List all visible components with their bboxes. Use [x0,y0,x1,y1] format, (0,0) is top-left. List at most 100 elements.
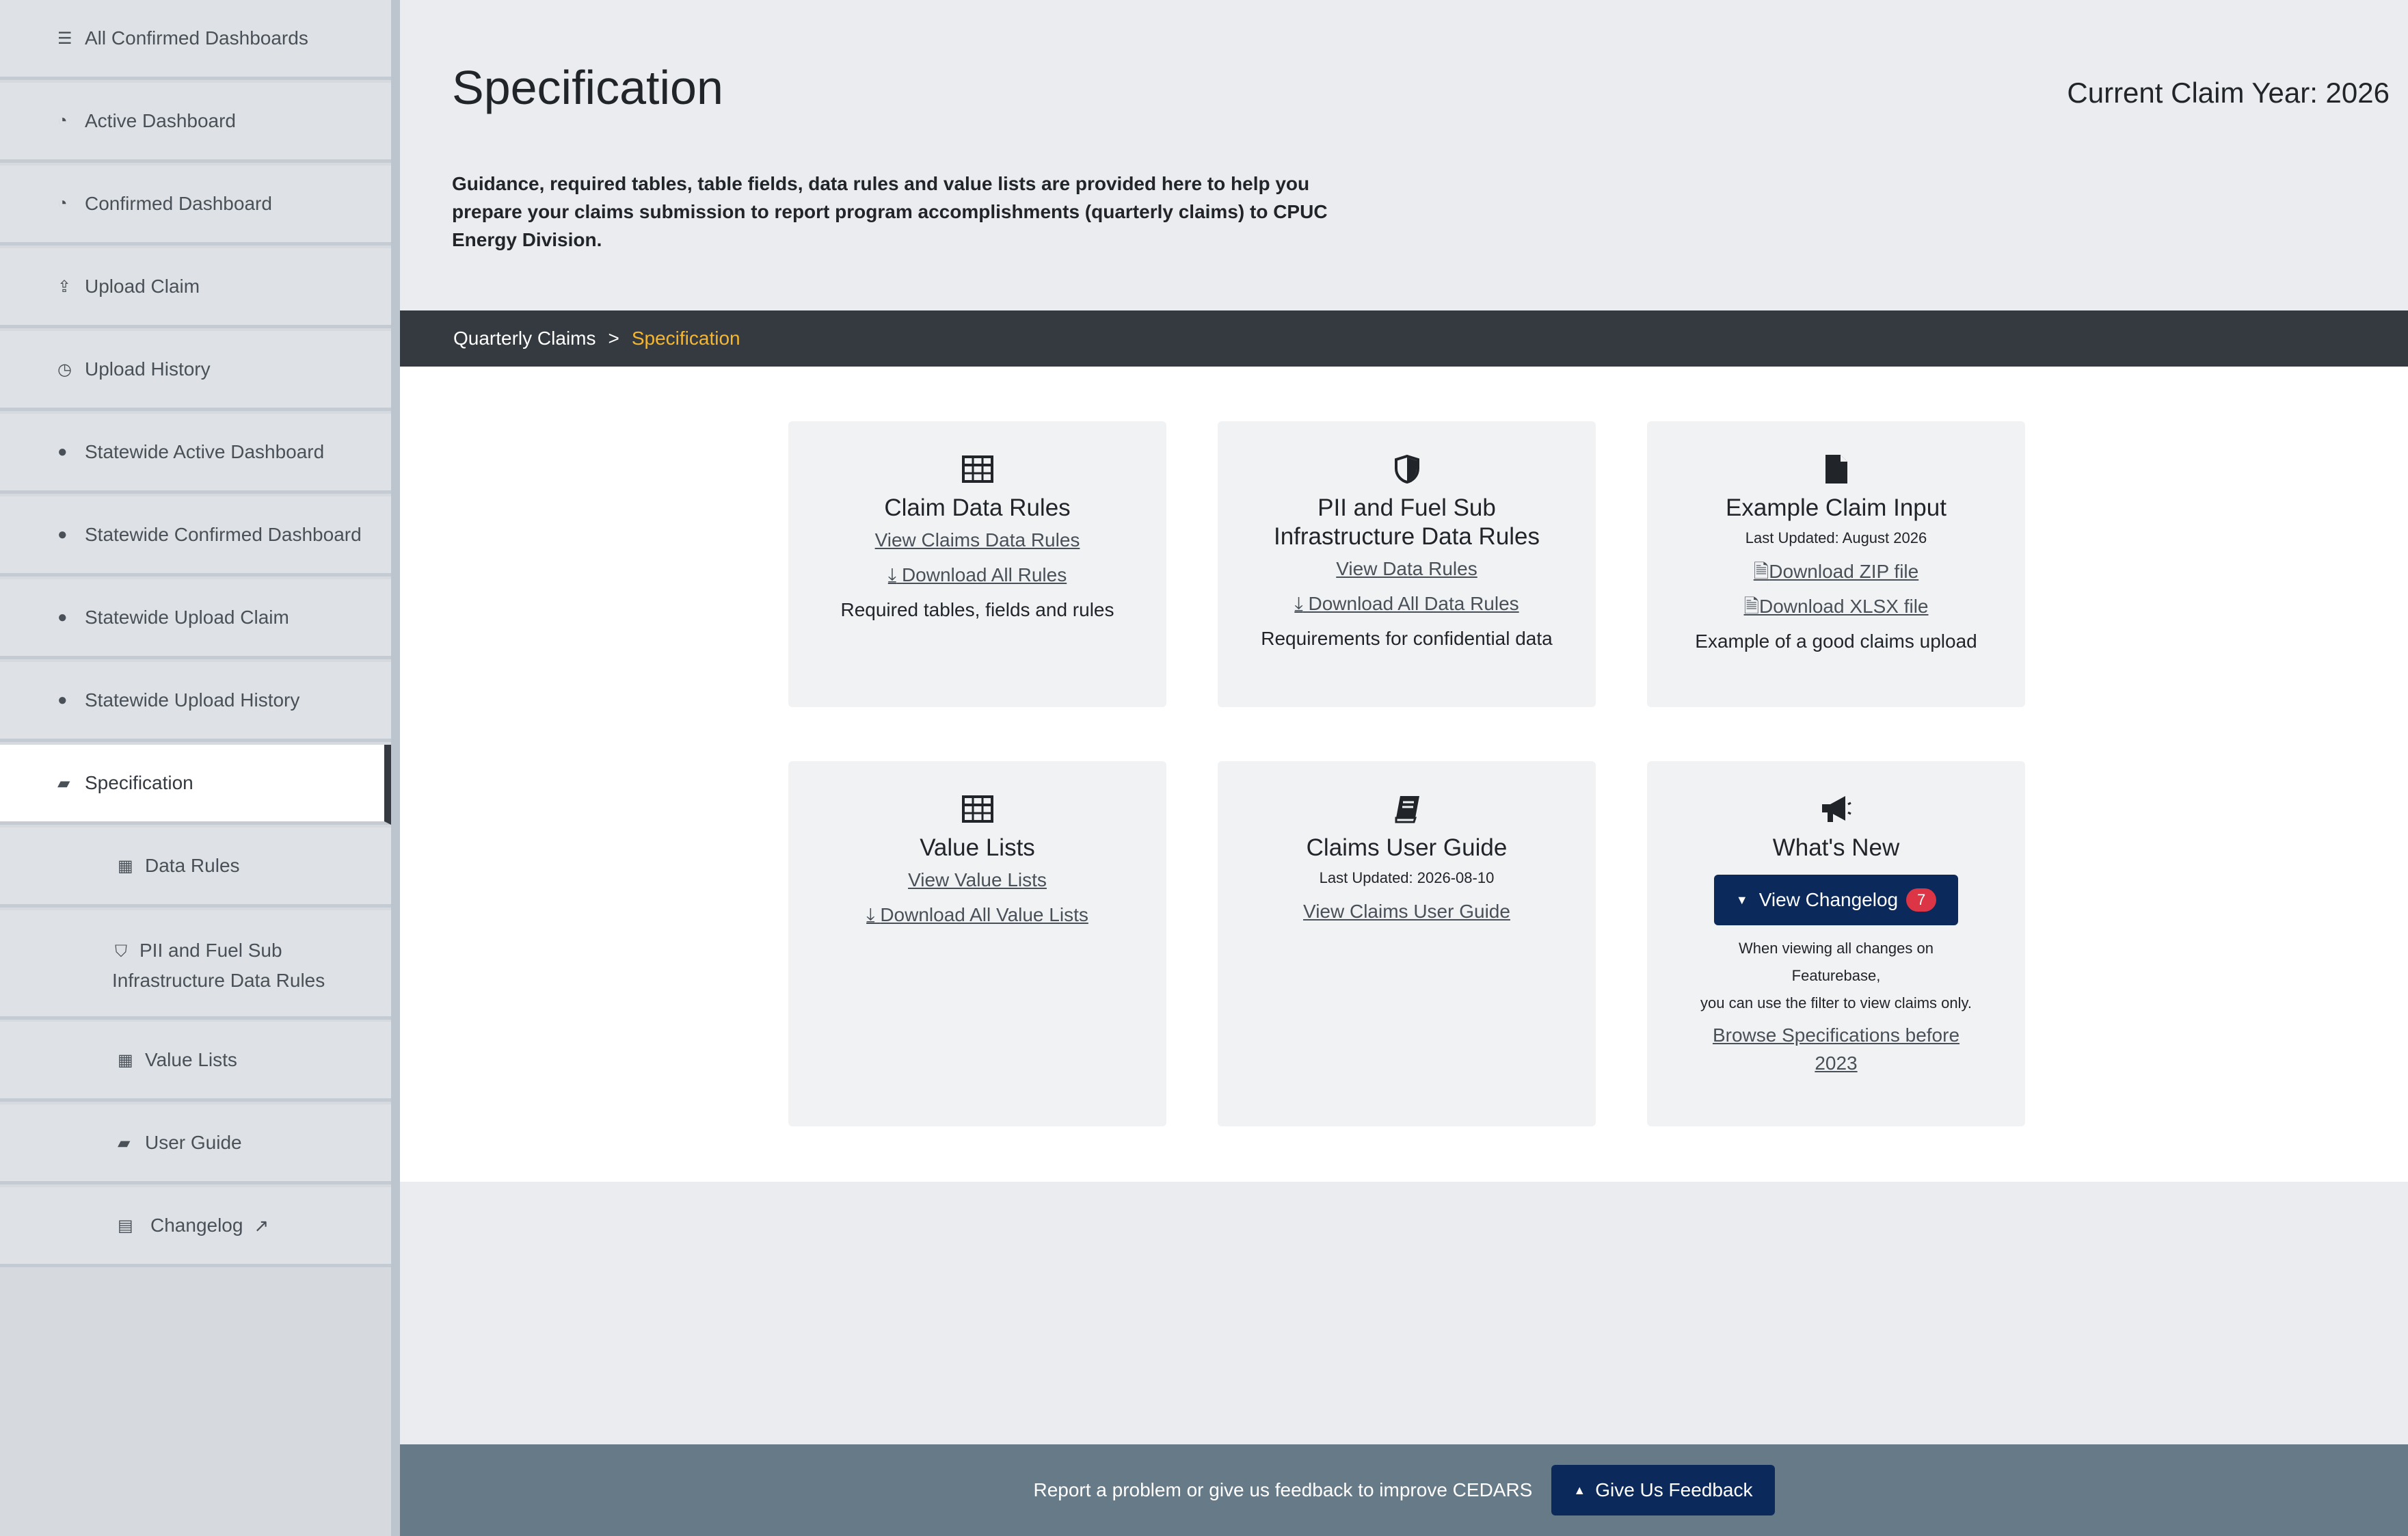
download-xlsx-link[interactable]: 🗎Download XLSX file [1647,589,2025,624]
breadcrumb-quarterly-claims[interactable]: Quarterly Claims [453,328,596,349]
external-link-icon: ↗ [254,1215,269,1236]
sidebar-item-label: Statewide Upload Claim [85,607,289,628]
card-claim-data-rules: Claim Data Rules View Claims Data Rules … [788,421,1166,707]
page-title: Specification [452,61,723,114]
sidebar-item-label: Statewide Active Dashboard [85,441,325,462]
sidebar-item-label: Statewide Upload History [85,689,300,711]
sidebar-item-label: Value Lists [145,1049,237,1070]
card-whats-new: What's New ▼ View Changelog 7 When viewi… [1647,761,2025,1126]
card-title: Value Lists [920,834,1035,861]
card-value-lists: Value Lists View Value Lists ⤓ Download … [788,761,1166,1126]
file-icon [1647,451,2025,487]
sidebar-item-label: Statewide Confirmed Dashboard [85,524,362,545]
changelog-count-badge: 7 [1906,888,1937,912]
sidebar: ☰ All Confirmed Dashboards ◔ Active Dash… [0,0,400,1536]
footer-text: Report a problem or give us feedback to … [1033,1479,1533,1500]
sidebar-subitem-changelog[interactable]: ▤ Changelog ↗ [0,1187,391,1267]
sidebar-item-label: Upload History [85,358,211,380]
sidebar-item-specification[interactable]: ▰ Specification [0,745,391,825]
sidebar-subitem-value-lists[interactable]: ▦ Value Lists [0,1022,391,1102]
sidebar-subitem-pii-fuel-rules[interactable]: ⛉ PII and Fuel Sub Infrastructure Data Ru… [0,910,391,1020]
sidebar-item-confirmed-dashboard[interactable]: ◔ Confirmed Dashboard [0,165,391,246]
sidebar-subitem-data-rules[interactable]: ▦ Data Rules [0,827,391,908]
globe-icon: ● [57,691,68,709]
view-claims-data-rules-link[interactable]: View Claims Data Rules [788,522,1166,557]
view-changelog-button[interactable]: ▼ View Changelog 7 [1713,875,1959,925]
card-example-claim-input: Example Claim Input Last Updated: August… [1647,421,2025,707]
breadcrumb-current: Specification [631,328,740,349]
sidebar-item-label: Changelog [150,1215,243,1236]
book-icon [1218,791,1596,827]
download-all-rules-link[interactable]: ⤓ Download All Rules [788,557,1166,592]
globe-icon: ● [57,525,68,544]
view-value-lists-link[interactable]: View Value Lists [788,862,1166,897]
card-description: Required tables, fields and rules [840,599,1114,620]
megaphone-icon [1647,791,2025,827]
list-icon: ☰ [57,29,72,48]
card-claims-user-guide: Claims User Guide Last Updated: 2026-08-… [1218,761,1596,1126]
card-title: Example Claim Input [1726,494,1947,521]
current-claim-year: Current Claim Year: 2026 [2067,77,2390,109]
sidebar-item-all-confirmed-dashboards[interactable]: ☰ All Confirmed Dashboards [0,0,391,80]
main-content: Claim Data Rules View Claims Data Rules … [400,367,2408,1182]
card-pii-fuel-rules: PII and Fuel Sub Infrastructure Data Rule… [1218,421,1596,707]
sidebar-item-statewide-upload-claim[interactable]: ● Statewide Upload Claim [0,579,391,659]
caret-up-icon: ▲ [1573,1483,1586,1497]
table-icon: ▦ [118,856,133,875]
sidebar-item-label: Active Dashboard [85,110,237,131]
upload-icon: ⇪ [57,277,72,296]
sidebar-item-statewide-confirmed-dashboard[interactable]: ● Statewide Confirmed Dashboard [0,496,391,577]
shield-icon [1218,451,1596,487]
last-updated: Last Updated: August 2026 [1745,529,1927,546]
card-title: What's New [1772,834,1900,861]
download-icon: ⤓ [887,564,897,585]
sidebar-item-label: ⛉ PII and Fuel Sub Infrastructure Data Ru… [112,936,325,995]
sidebar-item-statewide-upload-history[interactable]: ● Statewide Upload History [0,662,391,742]
view-claims-user-guide-link[interactable]: View Claims User Guide [1218,894,1596,929]
sidebar-item-label: Confirmed Dashboard [85,193,272,214]
view-data-rules-link[interactable]: View Data Rules [1218,551,1596,586]
sidebar-scroll-rail [391,0,400,1536]
table-icon [788,451,1166,487]
newspaper-icon: ▤ [118,1216,133,1235]
book-icon: ▰ [118,1133,131,1152]
zip-file-icon: 🗎 [1753,561,1769,582]
sidebar-item-upload-history[interactable]: ◷ Upload History [0,331,391,411]
sidebar-item-upload-claim[interactable]: ⇪ Upload Claim [0,248,391,328]
globe-icon: ● [57,608,68,626]
card-description: Requirements for confidential data [1261,628,1553,649]
download-icon: ⤓ [866,904,875,925]
globe-icon: ● [57,442,68,461]
card-title: Claims User Guide [1306,834,1508,861]
browse-specifications-link[interactable]: Browse Specifications before 2023 [1647,1021,2025,1077]
clock-icon: ◷ [57,360,72,379]
book-icon: ▰ [57,773,70,793]
table-icon: ▦ [118,1050,133,1070]
shield-icon: ⛉ [115,942,127,961]
table-icon [788,791,1166,827]
card-title: Claim Data Rules [884,494,1071,521]
download-zip-link[interactable]: 🗎Download ZIP file [1647,554,2025,589]
feedback-footer: Report a problem or give us feedback to … [400,1444,2408,1536]
sidebar-item-active-dashboard[interactable]: ◔ Active Dashboard [0,83,391,163]
excel-file-icon: 🗎 [1743,596,1760,617]
sidebar-item-label: Specification [85,772,193,793]
sidebar-item-label: Upload Claim [85,276,200,297]
page-header: Specification Current Claim Year: 2026 G… [400,0,2408,310]
download-all-data-rules-link[interactable]: ⤓ Download All Data Rules [1218,586,1596,621]
sidebar-item-label: User Guide [145,1132,242,1153]
breadcrumb-separator: > [608,328,619,349]
download-all-value-lists-link[interactable]: ⤓ Download All Value Lists [788,897,1166,932]
card-title: PII and Fuel Sub Infrastructure Data Rule… [1273,494,1540,550]
page-intro: Guidance, required tables, table fields,… [452,173,1328,250]
sidebar-item-label: All Confirmed Dashboards [85,27,308,49]
changelog-note: When viewing all changes on Featurebase,… [1700,940,1972,1011]
sidebar-subitem-user-guide[interactable]: ▰ User Guide [0,1104,391,1184]
give-feedback-button[interactable]: ▲ Give Us Feedback [1551,1465,1775,1515]
last-updated: Last Updated: 2026-08-10 [1319,869,1495,886]
caret-down-icon: ▼ [1735,892,1748,907]
sidebar-item-statewide-active-dashboard[interactable]: ● Statewide Active Dashboard [0,414,391,494]
breadcrumb: Quarterly Claims > Specification [400,310,2408,367]
sidebar-item-label: Data Rules [145,855,240,876]
gauge-icon: ◔ [57,194,68,213]
